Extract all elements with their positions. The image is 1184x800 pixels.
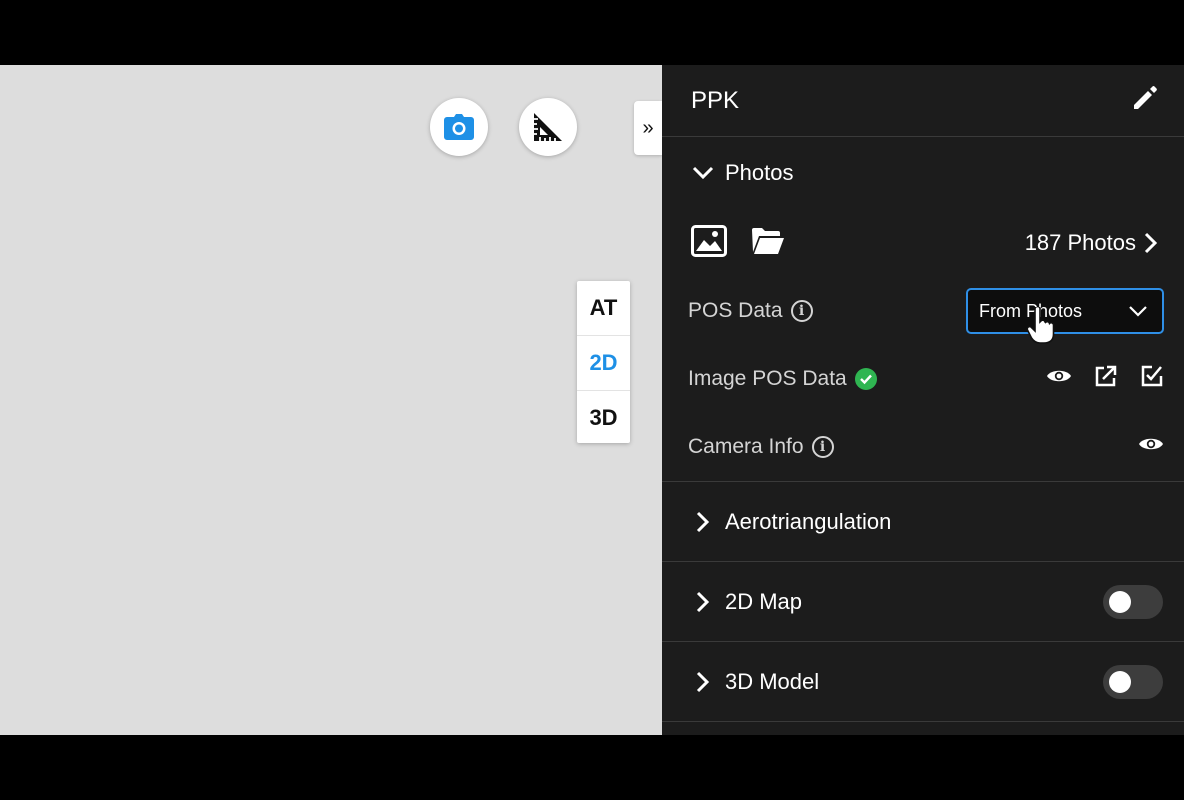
- chevron-right-icon: [691, 510, 715, 534]
- image-pos-data-label: Image POS Data: [688, 367, 847, 390]
- pencil-icon: [1134, 86, 1157, 109]
- edit-pos-data-button[interactable]: [1140, 364, 1164, 394]
- chevron-down-icon: [691, 161, 715, 185]
- view-mode-switcher: AT 2D 3D: [577, 281, 630, 443]
- folder-open-icon: [752, 227, 784, 254]
- view-mode-2d[interactable]: 2D: [577, 336, 630, 391]
- camera-info-row: Camera Info i: [662, 413, 1184, 481]
- view-camera-info-button[interactable]: [1138, 435, 1164, 459]
- chevron-right-icon: [691, 670, 715, 694]
- toggle-knob: [1109, 670, 1131, 693]
- 2d-map-section[interactable]: 2D Map: [662, 562, 1184, 642]
- export-pos-data-button[interactable]: [1094, 364, 1118, 394]
- chevron-down-icon: [1129, 306, 1147, 317]
- expand-panel-button[interactable]: »: [634, 101, 662, 155]
- 3d-model-label: 3D Model: [725, 668, 820, 694]
- eye-icon: [1139, 438, 1163, 450]
- photos-row: 187 Photos: [662, 209, 1184, 277]
- photos-section-label: Photos: [725, 160, 794, 185]
- view-pos-data-button[interactable]: [1046, 367, 1072, 391]
- view-mode-3d[interactable]: 3D: [577, 391, 630, 445]
- 3d-model-section[interactable]: 3D Model: [662, 642, 1184, 722]
- photos-count: 187 Photos: [1024, 230, 1136, 255]
- checkbox-edit-icon: [1141, 365, 1163, 387]
- 3d-model-toggle[interactable]: [1103, 664, 1163, 699]
- double-chevron-icon: »: [642, 116, 654, 139]
- measure-button[interactable]: [519, 98, 577, 156]
- chevron-right-icon: [691, 590, 715, 614]
- toggle-knob: [1109, 590, 1131, 613]
- ruler-triangle-icon: [534, 113, 562, 141]
- aerotriangulation-section[interactable]: Aerotriangulation: [662, 482, 1184, 562]
- info-icon[interactable]: i: [811, 436, 834, 458]
- 2d-map-toggle[interactable]: [1103, 584, 1163, 619]
- camera-button[interactable]: [430, 98, 488, 156]
- panel-title: PPK: [691, 86, 740, 114]
- panel-header: PPK: [662, 65, 1184, 137]
- photos-count-link[interactable]: 187 Photos: [1025, 230, 1158, 256]
- edit-button[interactable]: [1132, 85, 1158, 116]
- chevron-right-icon: [1144, 232, 1158, 254]
- export-icon: [1095, 365, 1117, 387]
- pos-data-label: POS Data: [688, 299, 783, 322]
- map-canvas[interactable]: » AT 2D 3D: [0, 65, 662, 735]
- image-icon: [691, 224, 727, 257]
- app: » AT 2D 3D PPK Photos 187 Photos POS Dat…: [0, 65, 1184, 735]
- settings-panel: PPK Photos 187 Photos POS Data i From Ph…: [662, 65, 1184, 735]
- photos-section-header[interactable]: Photos: [662, 137, 1184, 209]
- pos-data-row: POS Data i From Photos: [662, 277, 1184, 345]
- pos-data-select[interactable]: From Photos: [966, 288, 1164, 334]
- eye-icon: [1047, 370, 1071, 382]
- info-icon[interactable]: i: [790, 300, 813, 322]
- folder-button[interactable]: [751, 227, 785, 260]
- image-pos-data-row: Image POS Data: [662, 345, 1184, 413]
- image-button[interactable]: [691, 224, 727, 262]
- pos-data-value: From Photos: [979, 300, 1083, 321]
- camera-info-label: Camera Info: [688, 435, 804, 458]
- check-circle-icon: [854, 368, 877, 390]
- aerotriangulation-label: Aerotriangulation: [725, 508, 892, 534]
- camera-icon: [444, 114, 474, 140]
- 2d-map-label: 2D Map: [725, 588, 803, 614]
- view-mode-at[interactable]: AT: [577, 281, 630, 336]
